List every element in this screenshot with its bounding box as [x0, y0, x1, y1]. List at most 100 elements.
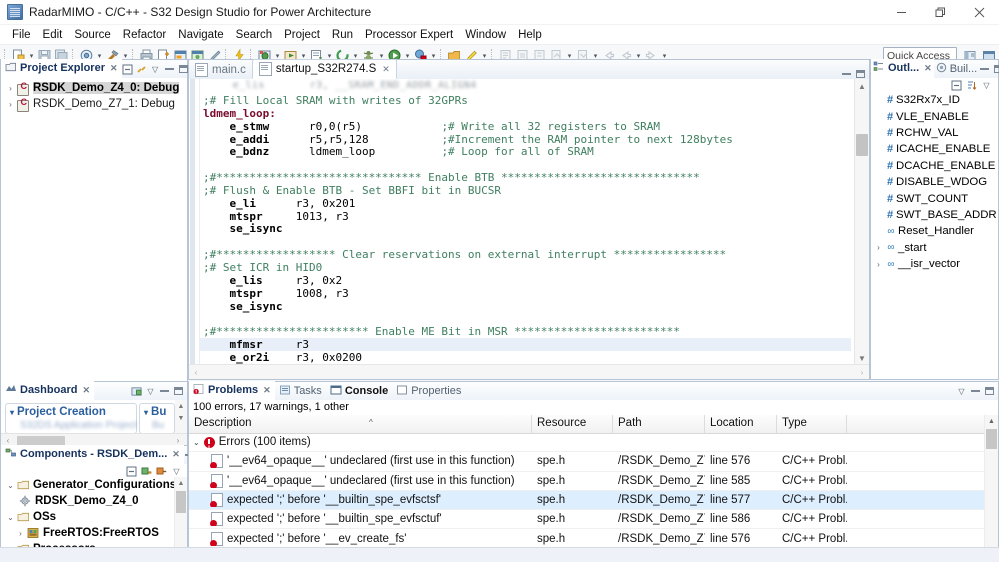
column-header-resource[interactable]: Resource: [532, 415, 613, 433]
table-row[interactable]: expected ';' before '__ev_create_fs' spe…: [189, 529, 985, 549]
vscroll-thumb[interactable]: [856, 134, 868, 156]
expand-twisty-icon[interactable]: ›: [873, 260, 884, 269]
menu-help[interactable]: Help: [512, 27, 548, 43]
table-row[interactable]: '__ev64_opaque__' undeclared (first use …: [189, 472, 985, 491]
collapse-all-icon[interactable]: [122, 64, 133, 75]
scroll-down-icon[interactable]: ▼: [855, 351, 869, 365]
menu-file[interactable]: File: [6, 27, 37, 43]
tab-problems[interactable]: Problems ✕: [189, 381, 275, 401]
editor-hscrollbar[interactable]: ‹ ›: [189, 364, 869, 379]
expand-twisty-icon[interactable]: ›: [5, 100, 16, 109]
problems-table[interactable]: Description ^ Resource Path Location Typ…: [189, 415, 998, 561]
close-icon[interactable]: ✕: [172, 449, 180, 460]
scroll-down-icon[interactable]: ▼: [175, 412, 187, 424]
editor-tab-main-c[interactable]: main.c: [189, 61, 252, 79]
scroll-left-icon[interactable]: ‹: [189, 365, 203, 379]
tree-item-rsdk-demo-z4-0[interactable]: › RSDK_Demo_Z4_0: Debug: [1, 80, 187, 96]
outline-item-rchw-val[interactable]: # RCHW_VAL: [871, 125, 998, 141]
scroll-right-icon[interactable]: ›: [855, 365, 869, 379]
view-menu-icon[interactable]: ▽: [171, 466, 182, 477]
view-menu-icon[interactable]: ▽: [150, 64, 161, 75]
maximize-editor-icon[interactable]: [855, 68, 866, 79]
outline-item-dcache-enable[interactable]: # DCACHE_ENABLE: [871, 158, 998, 174]
outline-item-swt-count[interactable]: # SWT_COUNT: [871, 190, 998, 206]
tree-item-freertos[interactable]: › FreeRTOS:FreeRTOS: [1, 525, 175, 541]
minimize-view-icon[interactable]: [164, 64, 175, 75]
project-explorer-tree[interactable]: › RSDK_Demo_Z4_0: Debug › RSDK_Demo_Z7_1…: [1, 78, 187, 384]
menu-search[interactable]: Search: [230, 27, 278, 43]
scroll-up-icon[interactable]: ▲: [175, 400, 187, 412]
tab-outline[interactable]: Outl... ✕: [871, 59, 934, 79]
close-icon[interactable]: ✕: [110, 63, 118, 74]
tab-build-targets[interactable]: Buil...: [934, 60, 980, 78]
editor-gutter[interactable]: [189, 79, 200, 379]
outline-item-start[interactable]: › ∞ _start: [871, 240, 998, 256]
tab-console[interactable]: Console: [326, 382, 392, 400]
outline-item-swt-base-addr[interactable]: # SWT_BASE_ADDR: [871, 207, 998, 223]
menu-window[interactable]: Window: [459, 27, 512, 43]
outline-item-s32rx7x-id[interactable]: # S32Rx7x_ID: [871, 92, 998, 108]
minimize-view-icon[interactable]: [159, 386, 170, 397]
card-item[interactable]: S32DS Application Project: [6, 420, 137, 431]
chevron-down-icon[interactable]: ▾: [144, 408, 148, 417]
table-row[interactable]: '__ev64_opaque__' undeclared (first use …: [189, 452, 985, 472]
tab-project-explorer[interactable]: Project Explorer ✕: [1, 59, 122, 79]
tab-components[interactable]: Components - RSDK_Dem... ✕: [1, 445, 184, 465]
column-header-path[interactable]: Path: [613, 415, 705, 433]
tree-item-rsdk-demo-z7-1[interactable]: › RSDK_Demo_Z7_1: Debug: [1, 96, 187, 112]
vscroll-thumb[interactable]: [986, 429, 997, 449]
outline-item-icache-enable[interactable]: # ICACHE_ENABLE: [871, 141, 998, 157]
dashboard-card-build[interactable]: ▾ Bu Bu: [139, 403, 175, 434]
expand-twisty-icon[interactable]: ›: [5, 84, 16, 93]
view-menu-icon[interactable]: ▽: [145, 386, 156, 397]
view-menu-icon[interactable]: ▽: [956, 386, 967, 397]
maximize-view-icon[interactable]: [993, 64, 999, 75]
source-editor[interactable]: e_lis r3, __SRAM_END_ADDR_ALIGN4 ;# Fill…: [189, 79, 869, 379]
maximize-view-icon[interactable]: [178, 64, 189, 75]
close-icon[interactable]: ✕: [263, 385, 271, 396]
minimize-editor-icon[interactable]: [841, 68, 852, 79]
source-code[interactable]: ;# Fill Local SRAM with writes of 32GPRs…: [203, 94, 869, 379]
menu-project[interactable]: Project: [278, 27, 326, 43]
menu-source[interactable]: Source: [68, 27, 116, 43]
menu-processor-expert[interactable]: Processor Expert: [359, 27, 459, 43]
collapse-twisty-icon[interactable]: ⌄: [5, 513, 16, 522]
import-component-icon[interactable]: [156, 466, 167, 477]
expand-twisty-icon[interactable]: ›: [15, 529, 26, 538]
column-header-type[interactable]: Type: [777, 415, 847, 433]
maximize-view-icon[interactable]: [173, 386, 184, 397]
table-group-row[interactable]: ⌄ Errors (100 items): [189, 433, 985, 453]
close-icon[interactable]: ✕: [382, 64, 390, 75]
tree-item-generator-configurations[interactable]: ⌄ Generator_Configurations: [1, 477, 175, 493]
outline-item-isr-vector[interactable]: › ∞ __isr_vector: [871, 256, 998, 272]
minimize-view-icon[interactable]: [970, 386, 981, 397]
dashboard-vscrollbar[interactable]: ▲ ▼: [175, 400, 187, 434]
tab-properties[interactable]: Properties: [392, 382, 465, 400]
menu-navigate[interactable]: Navigate: [172, 27, 229, 43]
open-dashboard-icon[interactable]: [131, 386, 142, 397]
scroll-up-icon[interactable]: ▲: [855, 79, 869, 93]
card-item[interactable]: Bu: [140, 420, 174, 431]
menu-edit[interactable]: Edit: [37, 27, 69, 43]
tree-item-rdsk-demo-z4-0[interactable]: RDSK_Demo_Z4_0: [1, 493, 175, 509]
collapse-all-icon[interactable]: [126, 466, 137, 477]
dashboard-card-project-creation[interactable]: ▾ Project Creation S32DS Application Pro…: [5, 403, 137, 434]
table-row[interactable]: expected ';' before '__builtin_spe_evfsc…: [189, 490, 985, 511]
close-button[interactable]: [960, 0, 999, 24]
outline-tree[interactable]: # S32Rx7x_ID # VLE_ENABLE # RCHW_VAL # ICACH…: [871, 92, 998, 379]
tab-tasks[interactable]: Tasks: [275, 382, 326, 400]
link-with-editor-icon[interactable]: [136, 64, 147, 75]
collapse-all-icon[interactable]: [951, 80, 962, 91]
minimize-view-icon[interactable]: [979, 64, 990, 75]
tab-dashboard[interactable]: Dashboard ✕: [1, 381, 95, 401]
outline-item-reset-handler[interactable]: ∞ Reset_Handler: [871, 223, 998, 239]
menu-run[interactable]: Run: [326, 27, 359, 43]
column-header-description[interactable]: Description ^: [189, 415, 532, 433]
close-icon[interactable]: ✕: [82, 385, 90, 396]
table-row[interactable]: expected ';' before '__builtin_spe_evfsc…: [189, 510, 985, 530]
scroll-up-icon[interactable]: ▲: [985, 415, 998, 428]
add-component-icon[interactable]: [141, 466, 152, 477]
dashboard-content[interactable]: ▾ Project Creation S32DS Application Pro…: [1, 400, 187, 448]
menu-refactor[interactable]: Refactor: [117, 27, 172, 43]
vscroll-thumb[interactable]: [176, 491, 186, 513]
